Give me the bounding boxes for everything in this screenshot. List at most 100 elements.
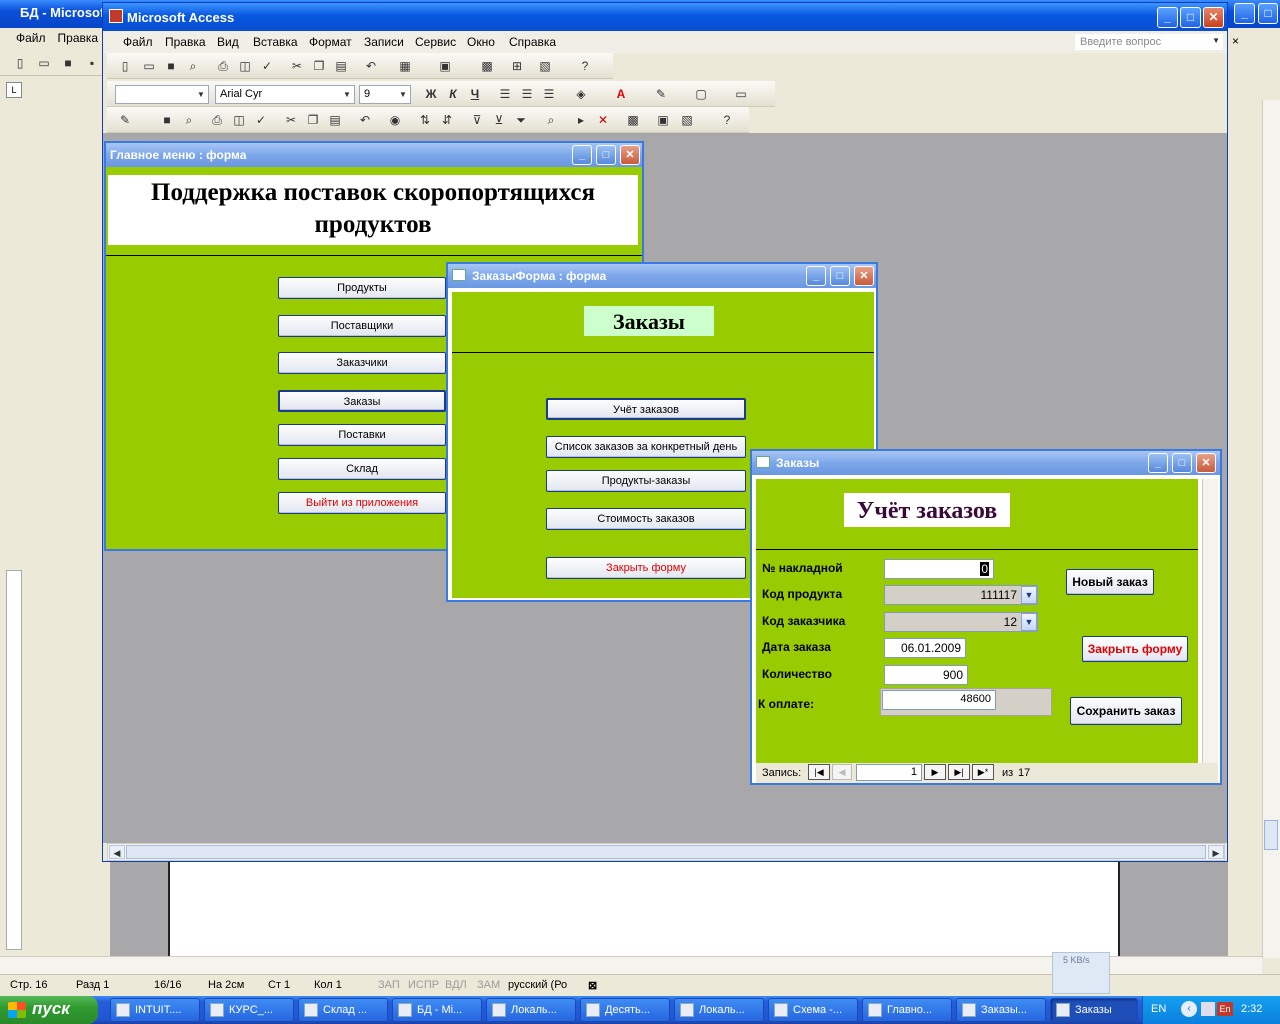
orders-menu-close-button[interactable]: ✕ bbox=[854, 266, 874, 286]
align-center-icon[interactable]: ☰ bbox=[519, 86, 535, 102]
orders-window-vscroll[interactable] bbox=[1202, 479, 1218, 763]
access-horizontal-scrollbar[interactable]: ◀ ▶ bbox=[107, 843, 1225, 861]
font-name-select[interactable]: Arial Cyr ▼ bbox=[215, 85, 355, 104]
current-record-field[interactable]: 1 bbox=[856, 764, 922, 781]
help-icon[interactable]: ? bbox=[577, 58, 593, 74]
spelling-icon-2[interactable]: ✓ bbox=[253, 112, 269, 128]
autoformat-icon[interactable]: ▣ bbox=[437, 58, 453, 74]
spelling-icon[interactable]: ✓ bbox=[259, 58, 275, 74]
quantity-field[interactable]: 900 bbox=[884, 665, 968, 685]
bold-button[interactable]: Ж bbox=[423, 86, 439, 102]
database-window-icon[interactable]: ▣ bbox=[655, 112, 671, 128]
orders-window-minimize-button[interactable]: _ bbox=[1148, 453, 1168, 473]
menu-insert[interactable]: Вставка bbox=[253, 35, 298, 49]
word-maximize-button[interactable]: □ bbox=[1258, 3, 1278, 24]
orders-menu-close-form-button[interactable]: Закрыть форму bbox=[546, 557, 746, 579]
italic-button[interactable]: К bbox=[445, 86, 461, 102]
task-orders[interactable]: Заказы bbox=[1050, 998, 1138, 1022]
open-folder-icon[interactable]: ▭ bbox=[141, 58, 157, 74]
save-icon[interactable]: ■ bbox=[163, 58, 179, 74]
word-vertical-scrollbar[interactable] bbox=[1262, 100, 1280, 958]
menu-view[interactable]: Вид bbox=[217, 35, 239, 49]
warehouse-button[interactable]: Склад bbox=[278, 458, 446, 480]
copy-icon[interactable]: ❐ bbox=[311, 58, 327, 74]
menu-window[interactable]: Окно bbox=[467, 35, 495, 49]
task-bd[interactable]: БД - Mi... bbox=[392, 998, 482, 1022]
search-file-icon-2[interactable]: ⌕ bbox=[181, 112, 197, 128]
align-right-icon[interactable]: ☰ bbox=[541, 86, 557, 102]
orders-window-close-button[interactable]: ✕ bbox=[1196, 453, 1216, 473]
product-orders-button[interactable]: Продукты-заказы bbox=[546, 470, 746, 492]
next-record-icon[interactable]: ▶ bbox=[924, 764, 946, 780]
suppliers-button[interactable]: Поставщики bbox=[278, 315, 446, 337]
orders-button[interactable]: Заказы bbox=[278, 390, 446, 412]
customer-code-dropdown-icon[interactable]: ▼ bbox=[1021, 613, 1037, 631]
products-button[interactable]: Продукты bbox=[278, 277, 446, 299]
preview-icon-2[interactable]: ◫ bbox=[231, 112, 247, 128]
close-form-button[interactable]: Закрыть форму bbox=[1082, 636, 1188, 662]
font-color-icon[interactable]: A bbox=[613, 86, 629, 102]
prev-record-icon[interactable]: ◀ bbox=[832, 764, 852, 780]
view-icon[interactable]: ✎ bbox=[117, 112, 133, 128]
orders-menu-maximize-button[interactable]: □ bbox=[830, 266, 850, 286]
align-left-icon[interactable]: ☰ bbox=[497, 86, 513, 102]
last-record-icon[interactable]: ▶| bbox=[948, 764, 970, 780]
task-orders-form[interactable]: Заказы... bbox=[956, 998, 1046, 1022]
cut-icon[interactable]: ✂ bbox=[289, 58, 305, 74]
first-record-icon[interactable]: |◀ bbox=[808, 764, 830, 780]
border-icon[interactable]: ▢ bbox=[693, 86, 709, 102]
exit-app-button[interactable]: Выйти из приложения bbox=[278, 492, 446, 514]
new-order-button[interactable]: Новый заказ bbox=[1066, 569, 1154, 595]
print-icon[interactable]: ⎙ bbox=[215, 58, 231, 74]
underline-button[interactable]: Ч bbox=[467, 86, 483, 102]
task-kurs[interactable]: КУРС_... bbox=[204, 998, 294, 1022]
keyboard-layout-icon[interactable]: En bbox=[1217, 1002, 1233, 1016]
new-object-icon[interactable]: ▧ bbox=[537, 58, 553, 74]
new-doc-icon[interactable]: ▯ bbox=[12, 55, 28, 71]
save-form-icon[interactable]: ■ bbox=[159, 112, 175, 128]
save-icon[interactable]: ■ bbox=[60, 55, 76, 71]
print-icon-2[interactable]: ⎙ bbox=[209, 112, 225, 128]
sort-descending-icon[interactable]: ⇵ bbox=[439, 112, 455, 128]
copy-icon-2[interactable]: ❐ bbox=[305, 112, 321, 128]
access-hscroll-thumb[interactable] bbox=[126, 845, 1206, 859]
open-icon[interactable]: ▭ bbox=[36, 55, 52, 71]
status-ovr[interactable]: ЗАМ bbox=[477, 979, 500, 991]
task-sklad[interactable]: Склад ... bbox=[298, 998, 388, 1022]
search-file-icon[interactable]: ⌕ bbox=[185, 58, 201, 74]
network-icon[interactable] bbox=[1201, 1002, 1215, 1016]
task-intuit[interactable]: INTUIT.... bbox=[110, 998, 200, 1022]
main-menu-minimize-button[interactable]: _ bbox=[572, 145, 592, 165]
word-scroll-thumb[interactable] bbox=[1264, 820, 1278, 850]
properties-icon-2[interactable]: ▩ bbox=[625, 112, 641, 128]
scroll-left-icon[interactable]: ◀ bbox=[109, 845, 125, 859]
status-ext[interactable]: ВДЛ bbox=[445, 979, 467, 991]
customers-button[interactable]: Заказчики bbox=[278, 352, 446, 374]
start-button[interactable]: пуск bbox=[0, 996, 98, 1024]
product-code-dropdown-icon[interactable]: ▼ bbox=[1021, 586, 1037, 604]
paste-icon-2[interactable]: ▤ bbox=[327, 112, 343, 128]
menu-records[interactable]: Записи bbox=[364, 35, 404, 49]
main-menu-close-button[interactable]: ✕ bbox=[620, 145, 640, 165]
access-maximize-button[interactable]: □ bbox=[1180, 7, 1201, 28]
print-preview-icon[interactable]: ◫ bbox=[237, 58, 253, 74]
deliveries-button[interactable]: Поставки bbox=[278, 424, 446, 446]
spelling-status-icon[interactable]: ⊠ bbox=[588, 979, 597, 992]
help-icon-2[interactable]: ? bbox=[719, 112, 735, 128]
sort-ascending-icon[interactable]: ⇅ bbox=[417, 112, 433, 128]
font-size-select[interactable]: 9 ▼ bbox=[359, 85, 411, 104]
customer-code-combo[interactable]: 12 bbox=[884, 612, 1038, 632]
access-minimize-button[interactable]: _ bbox=[1157, 7, 1178, 28]
undo-icon-2[interactable]: ↶ bbox=[357, 112, 373, 128]
language-indicator[interactable]: EN bbox=[1151, 1003, 1166, 1015]
task-schema[interactable]: Схема -... bbox=[768, 998, 858, 1022]
task-main-menu[interactable]: Главно... bbox=[862, 998, 952, 1022]
task-desyat[interactable]: Десять... bbox=[580, 998, 670, 1022]
status-rec[interactable]: ЗАП bbox=[378, 979, 400, 991]
task-local-1[interactable]: Локаль... bbox=[486, 998, 576, 1022]
orders-by-day-button[interactable]: Список заказов за конкретный день bbox=[546, 436, 746, 458]
menu-edit[interactable]: Правка bbox=[165, 35, 206, 49]
task-local-2[interactable]: Локаль... bbox=[674, 998, 764, 1022]
find-icon[interactable]: ⌕ bbox=[543, 112, 559, 128]
word-menu-edit[interactable]: Правка bbox=[52, 28, 105, 48]
